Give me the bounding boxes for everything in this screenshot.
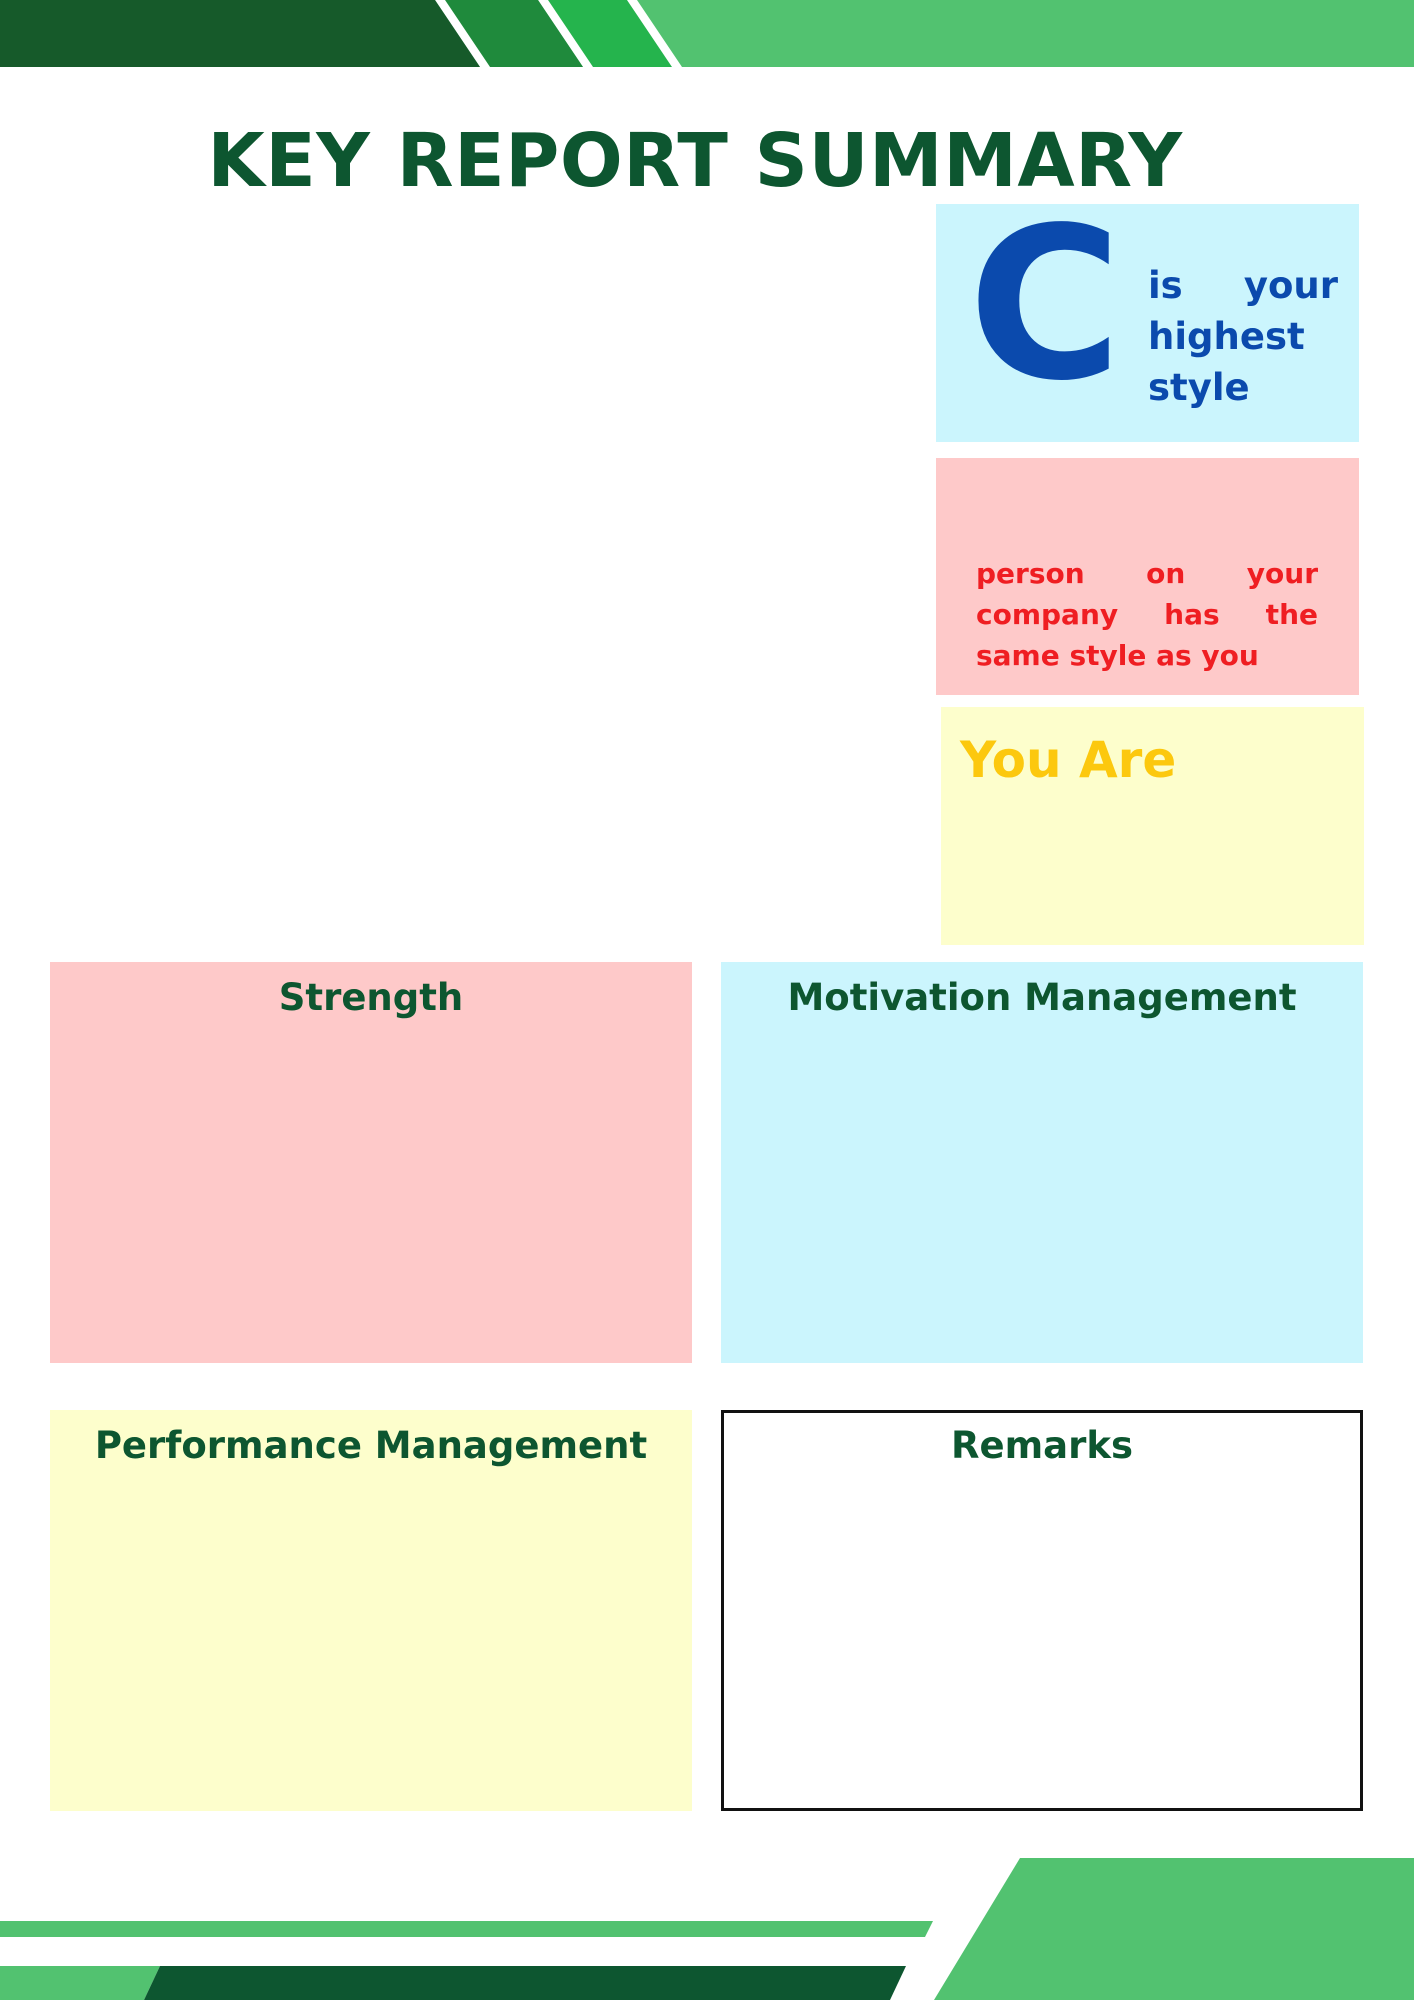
highest-style-text: is your highest style [1148, 264, 1338, 409]
you-are-card: You Are [941, 707, 1364, 945]
bottom-dark-green-stripe [144, 1966, 906, 2000]
remarks-section: Remarks [721, 1410, 1363, 1811]
motivation-management-section: Motivation Management [721, 962, 1363, 1363]
highest-style-card: C is your highest style [936, 200, 1359, 442]
same-style-text: person on your company has the same styl… [976, 557, 1318, 672]
remarks-heading: Remarks [951, 1424, 1133, 1467]
top-banner-decoration [0, 0, 1414, 67]
page-title: KEY REPORT SUMMARY [207, 118, 1183, 204]
you-are-label: You Are [960, 731, 1177, 789]
bottom-light-green-tab [0, 1966, 160, 2000]
bottom-thin-green-stripe [0, 1921, 933, 1937]
performance-management-heading: Performance Management [94, 1424, 648, 1467]
style-letter: C [968, 182, 1123, 427]
same-style-card: person on your company has the same styl… [936, 458, 1359, 695]
strength-section: Strength [50, 962, 692, 1363]
bottom-right-green-block [934, 1858, 1414, 2000]
strength-heading: Strength [278, 976, 464, 1019]
motivation-management-heading: Motivation Management [787, 976, 1297, 1019]
top-stripe-dark-green [0, 0, 480, 67]
performance-management-section: Performance Management [50, 1410, 692, 1811]
